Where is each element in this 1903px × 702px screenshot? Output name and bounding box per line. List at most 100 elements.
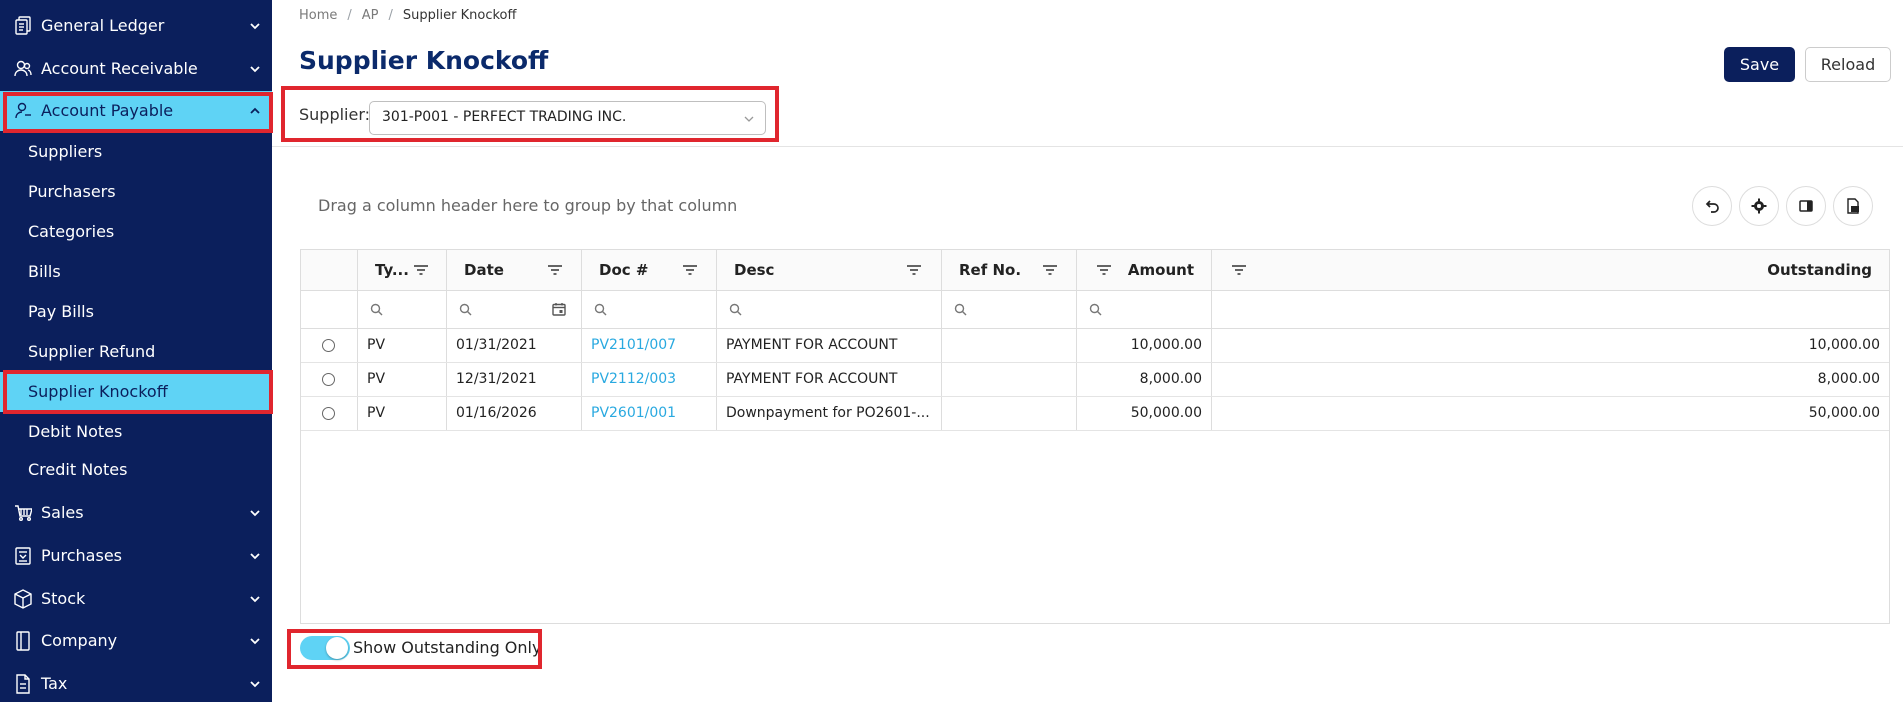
toggle-knob [326, 637, 348, 659]
cell-desc-text: PAYMENT FOR ACCOUNT [726, 371, 898, 387]
select-cell [301, 397, 358, 430]
nav-group-account-receivable[interactable]: Account Receivable [0, 49, 272, 89]
filter-icon[interactable] [683, 265, 697, 275]
search-icon [594, 303, 607, 316]
settings-button[interactable] [1739, 186, 1779, 226]
sidebar-item-label: Suppliers [28, 142, 103, 161]
header-amount-label: Amount [1127, 261, 1194, 279]
nav-group-sales[interactable]: Sales [0, 493, 272, 533]
filter-icon[interactable] [1043, 265, 1057, 275]
sidebar-item-supplier-refund[interactable]: Supplier Refund [0, 332, 272, 372]
breadcrumb-separator: / [388, 8, 393, 23]
nav-group-stock[interactable]: Stock [0, 579, 272, 619]
sidebar-item-label: Categories [28, 222, 115, 241]
tax-doc-icon [16, 674, 30, 694]
save-button[interactable]: Save [1724, 47, 1795, 82]
header-type[interactable]: Ty... [358, 250, 447, 290]
sidebar-item-categories[interactable]: Categories [0, 212, 272, 252]
supplier-select-value: 301-P001 - PERFECT TRADING INC. [382, 109, 627, 125]
export-button[interactable] [1833, 186, 1873, 226]
breadcrumb-home[interactable]: Home [299, 8, 337, 23]
search-icon [729, 303, 742, 316]
header-doc[interactable]: Doc # [582, 250, 717, 290]
nav-group-purchases[interactable]: Purchases [0, 536, 272, 576]
nav-group-account-payable[interactable]: Account Payable [0, 91, 272, 131]
filter-doc-input[interactable] [582, 291, 717, 328]
sidebar-item-suppliers[interactable]: Suppliers [0, 132, 272, 172]
chevron-down-icon [250, 510, 260, 517]
filter-ref-input[interactable] [942, 291, 1077, 328]
select-cell [301, 363, 358, 396]
header-outstanding[interactable]: Outstanding [1212, 250, 1889, 290]
cell-doc: PV2601/001 [582, 397, 717, 430]
chevron-down-icon [250, 23, 260, 30]
sidebar: General Ledger Account Receivable Accoun… [0, 0, 273, 702]
table-row[interactable]: PV 12/31/2021 PV2112/003 PAYMENT FOR ACC… [301, 363, 1889, 397]
sidebar-item-label: Pay Bills [28, 302, 94, 321]
supplier-select[interactable]: 301-P001 - PERFECT TRADING INC. [369, 101, 766, 135]
doc-link[interactable]: PV2101/007 [591, 337, 676, 353]
sidebar-item-label: Bills [28, 262, 61, 281]
undo-button[interactable] [1692, 186, 1732, 226]
header-date[interactable]: Date [447, 250, 582, 290]
receivable-icon [14, 60, 32, 77]
gear-icon [1751, 198, 1767, 214]
row-select-radio[interactable] [322, 407, 335, 420]
nav-group-company[interactable]: Company [0, 621, 272, 661]
cell-ref [942, 329, 1077, 362]
column-chooser-button[interactable] [1786, 186, 1826, 226]
filter-type-input[interactable] [358, 291, 447, 328]
row-select-radio[interactable] [322, 339, 335, 352]
sidebar-item-bills[interactable]: Bills [0, 252, 272, 292]
cell-date: 01/16/2026 [447, 397, 582, 430]
search-icon [954, 303, 967, 316]
cell-type: PV [358, 397, 447, 430]
filter-amount-input[interactable] [1077, 291, 1212, 328]
calendar-icon[interactable] [552, 302, 566, 316]
header-ref[interactable]: Ref No. [942, 250, 1077, 290]
reload-button[interactable]: Reload [1805, 47, 1891, 82]
breadcrumb: Home / AP / Supplier Knockoff [299, 8, 516, 23]
cell-date-text: 01/16/2026 [456, 405, 537, 421]
cell-type-text: PV [367, 371, 386, 387]
filter-icon[interactable] [548, 265, 562, 275]
chevron-down-icon [250, 681, 260, 688]
sidebar-item-purchasers[interactable]: Purchasers [0, 172, 272, 212]
header-desc[interactable]: Desc [717, 250, 942, 290]
nav-group-general-ledger[interactable]: General Ledger [0, 6, 272, 46]
nav-group-label: Account Receivable [41, 59, 198, 78]
sidebar-item-label: Purchasers [28, 182, 116, 201]
filter-desc-input[interactable] [717, 291, 942, 328]
sidebar-item-supplier-knockoff[interactable]: Supplier Knockoff [0, 372, 272, 412]
cart-icon [15, 505, 32, 521]
filter-date-input[interactable] [447, 291, 582, 328]
doc-link[interactable]: PV2112/003 [591, 371, 676, 387]
cell-desc: Downpayment for PO2601-... [717, 397, 942, 430]
box-icon [14, 589, 32, 609]
header-amount[interactable]: Amount [1077, 250, 1212, 290]
doc-link[interactable]: PV2601/001 [591, 405, 676, 421]
search-icon [459, 303, 472, 316]
filter-icon[interactable] [1232, 265, 1246, 275]
show-outstanding-toggle[interactable] [300, 636, 350, 660]
row-select-radio[interactable] [322, 373, 335, 386]
divider [272, 146, 1903, 147]
breadcrumb-ap[interactable]: AP [362, 8, 379, 23]
search-icon [370, 303, 383, 316]
filter-icon[interactable] [907, 265, 921, 275]
export-icon [1847, 198, 1859, 214]
filter-icon[interactable] [414, 265, 428, 275]
sidebar-item-credit-notes[interactable]: Credit Notes [0, 450, 272, 490]
cell-desc: PAYMENT FOR ACCOUNT [717, 329, 942, 362]
filter-icon[interactable] [1097, 265, 1111, 275]
sidebar-item-debit-notes[interactable]: Debit Notes [0, 412, 272, 452]
header-outstanding-label: Outstanding [1767, 261, 1872, 279]
sidebar-item-pay-bills[interactable]: Pay Bills [0, 292, 272, 332]
nav-group-label: Account Payable [41, 101, 174, 120]
table-row[interactable]: PV 01/31/2021 PV2101/007 PAYMENT FOR ACC… [301, 329, 1889, 363]
nav-group-tax[interactable]: Tax [0, 664, 272, 702]
table-row[interactable]: PV 01/16/2026 PV2601/001 Downpayment for… [301, 397, 1889, 431]
nav-group-label: Tax [41, 674, 68, 693]
chevron-down-icon [250, 553, 260, 560]
cell-type-text: PV [367, 405, 386, 421]
